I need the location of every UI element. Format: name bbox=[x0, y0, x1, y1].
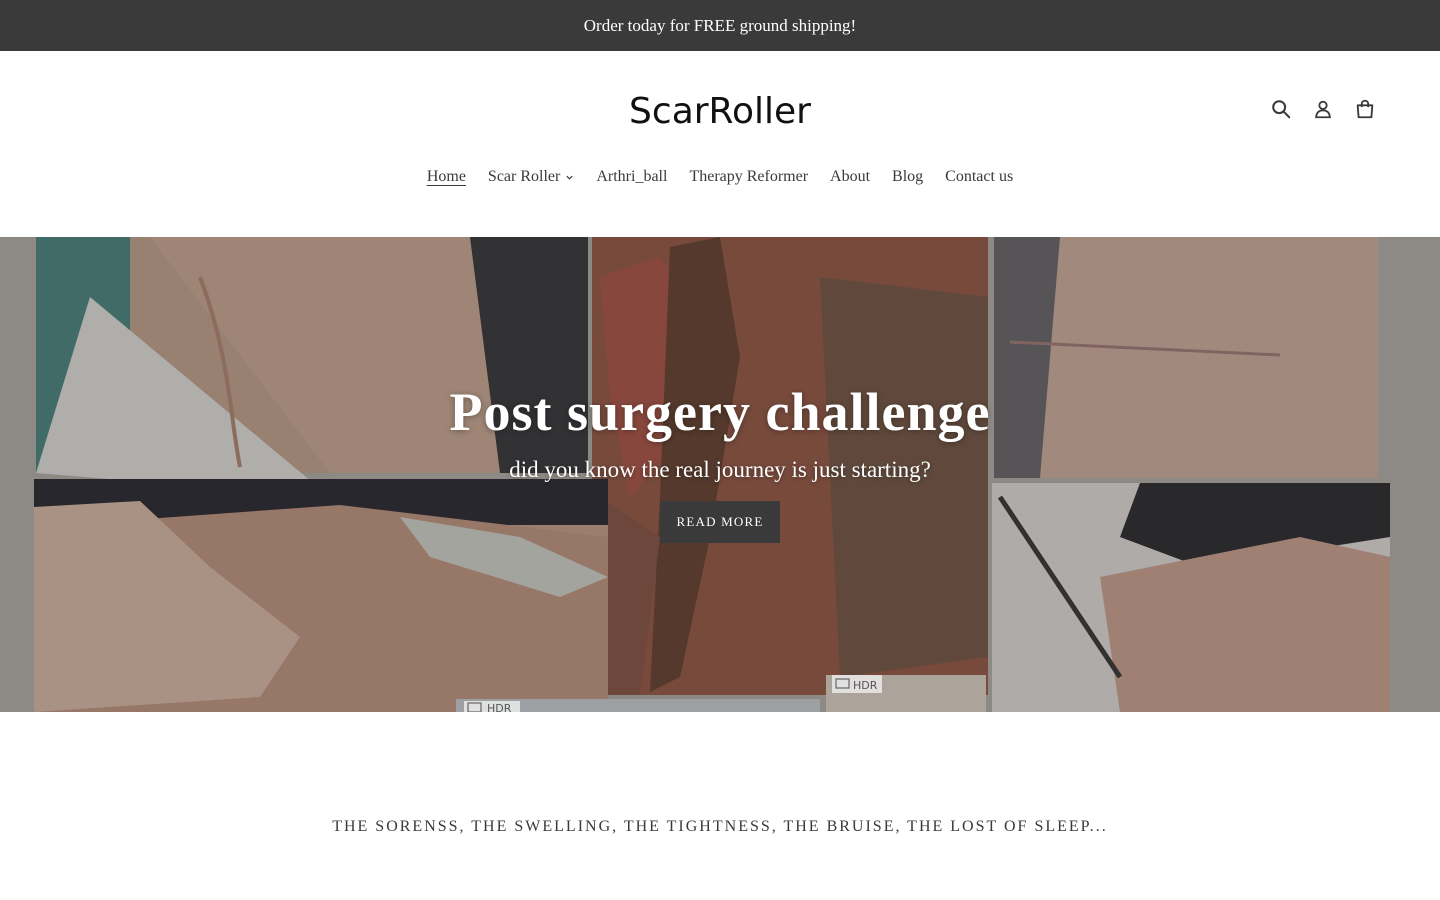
account-icon[interactable] bbox=[1312, 98, 1334, 120]
nav-item-about[interactable]: About bbox=[819, 168, 881, 186]
nav-item-therapy-reformer[interactable]: Therapy Reformer bbox=[678, 168, 819, 186]
nav-item-label: Contact us bbox=[945, 168, 1014, 185]
header-icons bbox=[1270, 98, 1376, 120]
search-icon[interactable] bbox=[1270, 98, 1292, 120]
hero-subtitle: did you know the real journey is just st… bbox=[509, 457, 931, 482]
section-tagline: THE SORENSS, THE SWELLING, THE TIGHTNESS… bbox=[332, 818, 1108, 835]
nav-item-contact-us[interactable]: Contact us bbox=[934, 168, 1024, 186]
nav-item-label: Scar Roller bbox=[487, 168, 561, 185]
nav-item-label: Home bbox=[426, 168, 466, 185]
hero-title: Post surgery challenge bbox=[449, 382, 991, 442]
main-navigation: Home Scar Roller Arthri_ball Therapy Ref… bbox=[0, 162, 1440, 192]
announcement-text: Order today for FREE ground shipping! bbox=[583, 15, 857, 35]
chevron-down-icon bbox=[566, 175, 573, 180]
nav-item-scar-roller[interactable]: Scar Roller bbox=[477, 168, 585, 186]
nav-item-label: Blog bbox=[892, 168, 924, 185]
hero-banner: HDR HDR Post surgery challenge did you k… bbox=[0, 237, 1440, 712]
nav-item-label: Therapy Reformer bbox=[689, 168, 809, 185]
nav-item-arthri-ball[interactable]: Arthri_ball bbox=[585, 168, 678, 186]
nav-item-label: About bbox=[830, 168, 871, 185]
svg-text:ScarRoller: ScarRoller bbox=[629, 91, 811, 132]
nav-item-home[interactable]: Home bbox=[416, 168, 477, 186]
site-logo[interactable]: ScarRoller bbox=[620, 83, 820, 139]
announcement-bar: Order today for FREE ground shipping! bbox=[0, 0, 1440, 51]
hero-content: Post surgery challenge did you know the … bbox=[0, 237, 1440, 712]
read-more-button[interactable]: READ MORE bbox=[660, 501, 780, 543]
cart-icon[interactable] bbox=[1354, 98, 1376, 120]
logo-wordmark: ScarRoller bbox=[629, 91, 811, 132]
nav-item-label: Arthri_ball bbox=[596, 168, 668, 185]
site-header: ScarRoller Home Scar Roller Arthri_ball … bbox=[0, 51, 1440, 237]
nav-item-blog[interactable]: Blog bbox=[881, 168, 934, 186]
